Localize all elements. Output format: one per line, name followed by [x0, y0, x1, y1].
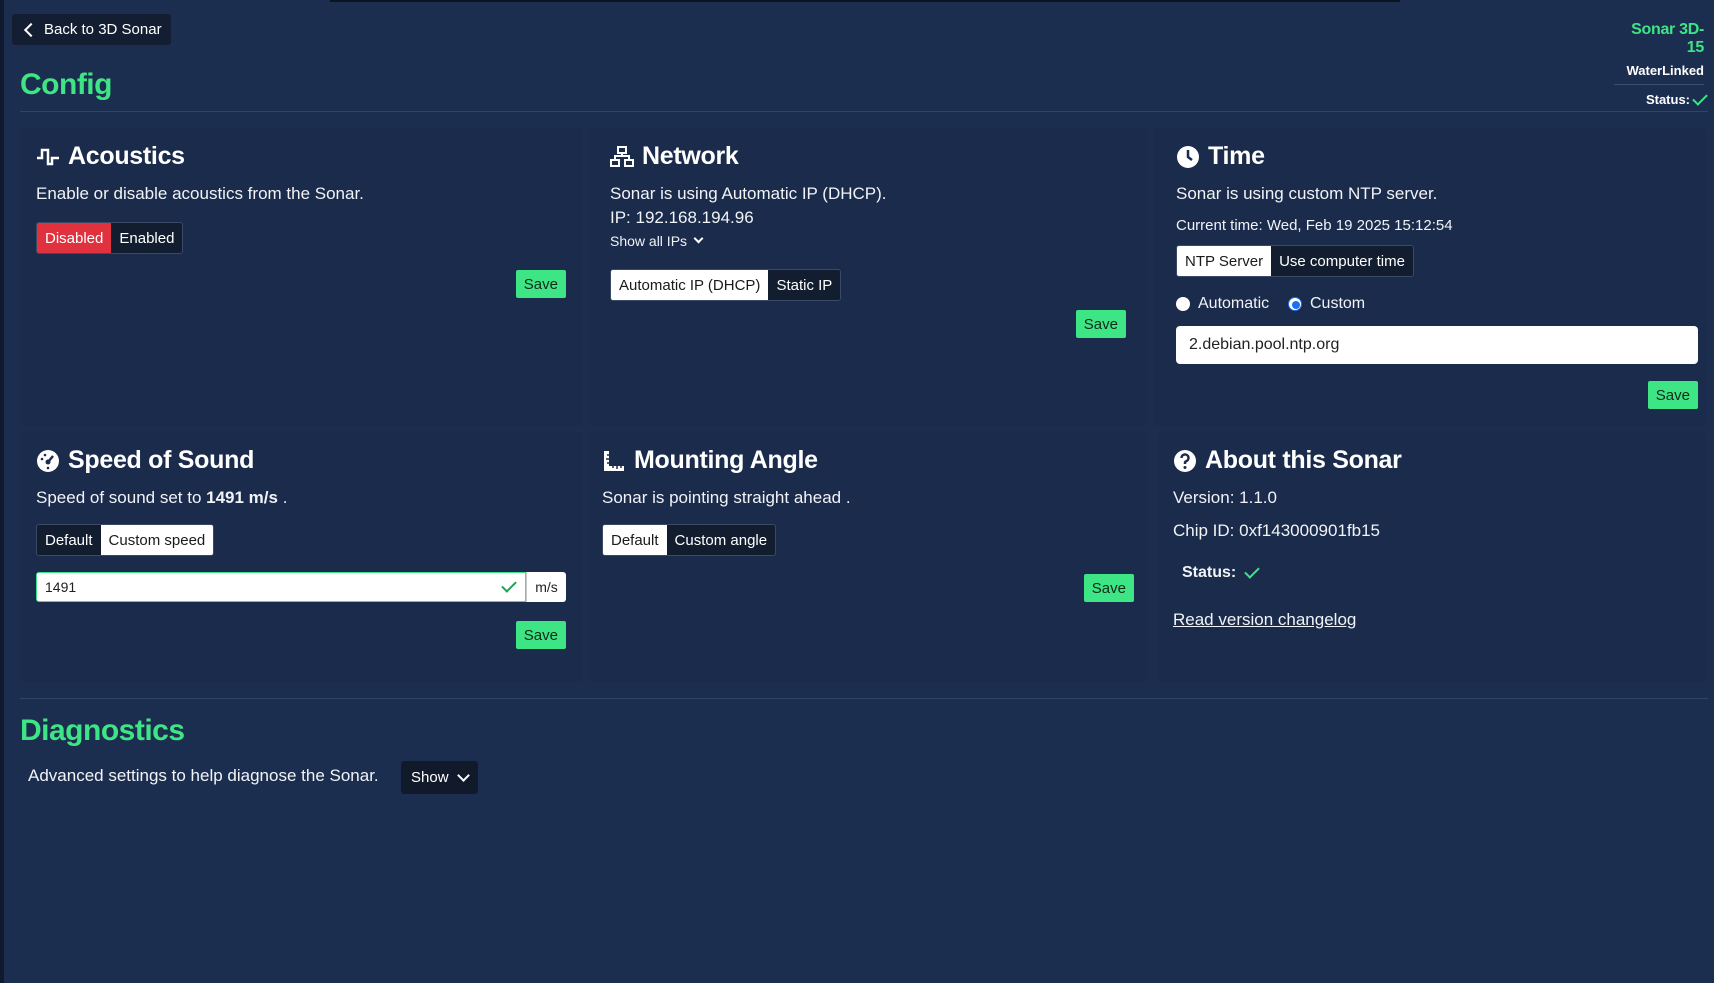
diagnostics-show-button[interactable]: Show	[401, 761, 478, 794]
about-title: About this Sonar	[1173, 446, 1402, 475]
network-option-dhcp[interactable]: Automatic IP (DHCP)	[611, 270, 769, 300]
chevron-down-icon	[693, 233, 704, 244]
diagnostics-show-label: Show	[411, 769, 449, 786]
ntp-server-input[interactable]: 2.debian.pool.ntp.org	[1176, 326, 1698, 364]
window-top-edge	[330, 0, 1400, 2]
header-status: Status:	[1614, 89, 1708, 107]
angle-save-button[interactable]: Save	[1083, 574, 1134, 602]
radio-custom-indicator	[1288, 297, 1302, 311]
diagnostics-description: Advanced settings to help diagnose the S…	[28, 766, 379, 785]
speed-description-prefix: Speed of sound set to	[36, 488, 202, 507]
time-option-ntp[interactable]: NTP Server	[1177, 246, 1272, 276]
sonar-model: Sonar 3D-15	[1631, 21, 1704, 56]
changelog-link[interactable]: Read version changelog	[1173, 610, 1356, 630]
about-title-text: About this Sonar	[1205, 446, 1402, 474]
radio-custom-label: Custom	[1310, 295, 1366, 312]
diagnostics-divider	[20, 698, 1708, 699]
network-mode-toggle: Automatic IP (DHCP) Static IP	[610, 269, 842, 301]
acoustics-description: Enable or disable acoustics from the Son…	[36, 184, 364, 203]
mounting-angle-title-text: Mounting Angle	[634, 446, 818, 474]
network-title-text: Network	[642, 142, 739, 170]
chevron-left-icon	[23, 22, 39, 37]
valid-check-icon	[501, 577, 517, 593]
check-icon	[1244, 563, 1261, 579]
about-chip-id: Chip ID: 0xf143000901fb15	[1173, 521, 1380, 540]
check-icon	[1692, 89, 1708, 106]
time-title: Time	[1176, 142, 1265, 171]
about-status-label: Status:	[1182, 564, 1237, 581]
gauge-icon	[37, 449, 59, 472]
time-option-computer[interactable]: Use computer time	[1271, 246, 1413, 276]
acoustics-toggle: Disabled Enabled	[36, 222, 184, 254]
speed-of-sound-description: Speed of sound set to 1491 m/s .	[36, 488, 287, 508]
about-version: Version: 1.1.0	[1173, 488, 1277, 507]
question-icon	[1174, 449, 1196, 472]
speed-of-sound-title-text: Speed of Sound	[68, 446, 255, 474]
show-all-ips-toggle[interactable]: Show all IPs	[610, 233, 704, 249]
back-button[interactable]: Back to 3D Sonar	[12, 14, 171, 45]
angle-option-default[interactable]: Default	[603, 525, 667, 555]
speed-input-group: 1491 m/s	[36, 572, 566, 602]
speed-input[interactable]: 1491	[36, 572, 526, 602]
acoustics-title: Acoustics	[36, 142, 185, 171]
acoustics-option-disabled[interactable]: Disabled	[37, 223, 112, 253]
radio-automatic-indicator	[1176, 297, 1190, 311]
pulse-icon	[37, 148, 59, 165]
mounting-angle-description: Sonar is pointing straight ahead .	[602, 488, 851, 507]
speed-save-button[interactable]: Save	[515, 621, 566, 649]
angle-mode-toggle: Default Custom angle	[602, 524, 777, 556]
speed-option-default[interactable]: Default	[37, 525, 101, 555]
acoustics-title-text: Acoustics	[68, 142, 185, 170]
network-option-static[interactable]: Static IP	[768, 270, 841, 300]
time-source-toggle: NTP Server Use computer time	[1176, 245, 1414, 277]
network-save-button[interactable]: Save	[1075, 310, 1126, 338]
diagnostics-title: Diagnostics	[20, 714, 185, 747]
acoustics-save-button[interactable]: Save	[515, 270, 566, 298]
speed-of-sound-title: Speed of Sound	[36, 446, 254, 475]
chevron-down-icon	[456, 768, 470, 782]
window-left-edge	[0, 0, 4, 983]
radio-automatic-label: Automatic	[1198, 295, 1270, 312]
network-card: Network Sonar is using Automatic IP (DHC…	[588, 128, 1148, 426]
header-status-label: Status:	[1645, 92, 1690, 107]
time-title-text: Time	[1208, 142, 1265, 170]
ruler-icon	[604, 450, 624, 471]
radio-automatic[interactable]: Automatic	[1176, 295, 1269, 313]
config-divider	[20, 111, 1708, 112]
show-all-ips-label: Show all IPs	[610, 233, 688, 249]
clock-icon	[1177, 145, 1199, 168]
speed-input-value: 1491	[45, 579, 77, 595]
speed-value: 1491 m/s	[206, 488, 278, 507]
speed-description-suffix: .	[282, 488, 288, 507]
time-save-button[interactable]: Save	[1647, 381, 1698, 409]
radio-custom[interactable]: Custom	[1288, 295, 1365, 313]
brand-block: Sonar 3D-15 WaterLinked Status:	[1614, 21, 1708, 107]
network-title: Network	[610, 142, 739, 171]
about-status: Status:	[1182, 563, 1261, 582]
network-description: Sonar is using Automatic IP (DHCP).	[610, 184, 887, 203]
speed-mode-toggle: Default Custom speed	[36, 524, 215, 556]
speed-unit: m/s	[526, 572, 566, 602]
back-button-label: Back to 3D Sonar	[44, 21, 162, 38]
network-icon	[610, 145, 634, 167]
angle-option-custom[interactable]: Custom angle	[666, 525, 776, 555]
about-card: About this Sonar Version: 1.1.0 Chip ID:…	[1158, 432, 1706, 682]
speed-of-sound-card: Speed of Sound Speed of sound set to 149…	[20, 432, 582, 682]
config-title: Config	[20, 68, 112, 101]
time-description: Sonar is using custom NTP server.	[1176, 184, 1438, 203]
acoustics-option-enabled[interactable]: Enabled	[111, 223, 183, 253]
network-ip: IP: 192.168.194.96	[610, 208, 754, 227]
speed-option-custom[interactable]: Custom speed	[100, 525, 214, 555]
time-card: Time Sonar is using custom NTP server. C…	[1154, 128, 1706, 426]
acoustics-card: Acoustics Enable or disable acoustics fr…	[20, 128, 582, 426]
current-time: Current time: Wed, Feb 19 2025 15:12:54	[1176, 217, 1453, 234]
mounting-angle-title: Mounting Angle	[602, 446, 818, 475]
waterlinked-logo: WaterLinked	[1614, 63, 1704, 85]
mounting-angle-card: Mounting Angle Sonar is pointing straigh…	[588, 432, 1148, 682]
